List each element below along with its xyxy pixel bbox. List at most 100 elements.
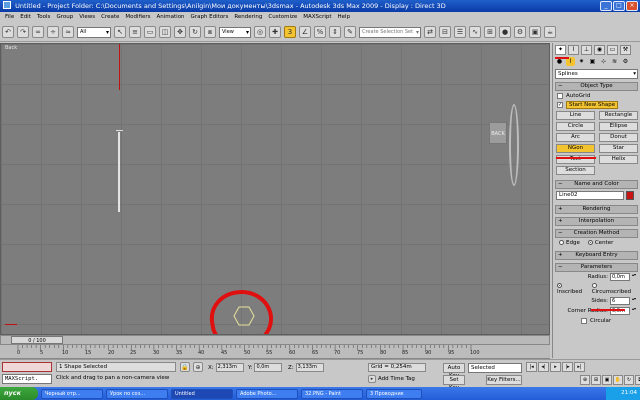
y-field[interactable]: 0,0m — [254, 363, 283, 372]
viewcube-compass[interactable] — [509, 104, 519, 186]
object-name-field[interactable]: Line02 — [556, 191, 624, 200]
snaps-toggle-icon[interactable]: 3 — [284, 26, 296, 38]
named-selection-set-dropdown[interactable]: Create Selection Set — [359, 26, 421, 38]
menu-file[interactable]: File — [2, 12, 17, 23]
curve-editor-icon[interactable]: ∿ — [469, 26, 481, 38]
next-frame-icon[interactable]: |▸ — [562, 362, 573, 372]
pan-icon[interactable]: ✋ — [613, 375, 623, 385]
mirror-icon[interactable]: ⇄ — [424, 26, 436, 38]
edit-named-selection-icon[interactable]: ✎ — [344, 26, 356, 38]
keyboard-entry-rollout[interactable]: Keyboard Entry — [555, 251, 638, 260]
menu-graph-editors[interactable]: Graph Editors — [188, 12, 232, 23]
transform-mode-icon[interactable]: ⊕ — [193, 362, 203, 372]
star-button[interactable]: Star — [599, 144, 638, 153]
select-by-name-icon[interactable]: ≡ — [129, 26, 141, 38]
ellipse-button[interactable]: Ellipse — [599, 122, 638, 131]
zoom-icon[interactable]: ⊕ — [580, 375, 590, 385]
link-icon[interactable]: ∞ — [32, 26, 44, 38]
line-button[interactable]: Line — [556, 111, 595, 120]
creation-method-rollout[interactable]: Creation Method — [555, 229, 638, 238]
orbit-icon[interactable]: ↻ — [624, 375, 634, 385]
go-to-end-icon[interactable]: ▸| — [574, 362, 585, 372]
line-object[interactable] — [118, 132, 120, 212]
reference-coordinate-dropdown[interactable]: View — [219, 26, 251, 38]
select-rotate-icon[interactable]: ↻ — [189, 26, 201, 38]
viewport-label[interactable]: Back — [5, 45, 17, 51]
rectangle-button[interactable]: Rectangle — [599, 111, 638, 120]
cameras-icon[interactable]: ▣ — [588, 57, 597, 66]
trackbar[interactable]: 0 5 10 15 20 25 30 35 40 45 50 55 60 65 … — [0, 345, 550, 359]
taskbar-item[interactable]: Untitled — [171, 388, 233, 399]
minimize-button[interactable]: _ — [600, 1, 612, 11]
angle-snap-icon[interactable]: ∠ — [299, 26, 311, 38]
object-color-swatch[interactable] — [626, 191, 634, 200]
previous-frame-icon[interactable]: ◂| — [538, 362, 549, 372]
circumscribed-radio[interactable]: Circumscribed — [591, 283, 636, 295]
radius-spinner[interactable]: ▴▾ — [632, 273, 636, 281]
radius-field[interactable]: 0,0m — [610, 273, 630, 281]
sides-spinner[interactable]: ▴▾ — [632, 297, 636, 305]
systems-icon[interactable]: ⚙ — [621, 57, 630, 66]
taskbar-item[interactable]: Урок по соз... — [106, 388, 168, 399]
maximize-button[interactable]: □ — [613, 1, 625, 11]
menu-maxscript[interactable]: MAXScript — [300, 12, 334, 23]
rendering-rollout[interactable]: Rendering — [555, 205, 638, 214]
menu-help[interactable]: Help — [335, 12, 354, 23]
align-icon[interactable]: ⊟ — [439, 26, 451, 38]
object-type-rollout[interactable]: Object Type — [555, 82, 638, 91]
tab-hierarchy[interactable]: ⊥ — [581, 45, 592, 55]
ngon-button[interactable]: NGon — [556, 144, 595, 153]
set-key-button[interactable]: Set Key — [443, 375, 465, 391]
play-icon[interactable]: ▸ — [550, 362, 561, 372]
menu-animation[interactable]: Animation — [154, 12, 188, 23]
menu-edit[interactable]: Edit — [17, 12, 34, 23]
time-slider[interactable]: 0 / 100 — [0, 335, 550, 345]
tab-modify[interactable]: ⌇ — [568, 45, 579, 55]
center-radio[interactable]: Center — [587, 240, 613, 246]
taskbar-item[interactable]: 3 Проводник — [366, 388, 422, 399]
taskbar-item[interactable]: 32.PNG - Paint — [301, 388, 363, 399]
go-to-start-icon[interactable]: |◂ — [526, 362, 537, 372]
tab-display[interactable]: ▭ — [607, 45, 618, 55]
layer-manager-icon[interactable]: ☰ — [454, 26, 466, 38]
key-filters-button[interactable]: Key Filters... — [486, 375, 522, 385]
render-setup-icon[interactable]: ⚙ — [514, 26, 526, 38]
object-category-dropdown[interactable]: Splines — [555, 69, 638, 79]
undo-icon[interactable]: ↶ — [2, 26, 14, 38]
tab-create[interactable]: ✦ — [555, 45, 566, 55]
menu-create[interactable]: Create — [98, 12, 122, 23]
maxscript-listener-output[interactable] — [2, 362, 52, 372]
menu-modifiers[interactable]: Modifiers — [122, 12, 153, 23]
spacewarps-icon[interactable]: ≋ — [610, 57, 619, 66]
zoom-extents-icon[interactable]: ▣ — [602, 375, 612, 385]
material-editor-icon[interactable]: ● — [499, 26, 511, 38]
select-move-icon[interactable]: ✥ — [174, 26, 186, 38]
taskbar-item[interactable]: Adobe Photo... — [236, 388, 298, 399]
x-field[interactable]: 2,313m — [215, 363, 244, 372]
lock-selection-icon[interactable]: 🔒 — [180, 362, 190, 372]
select-scale-icon[interactable]: ⧈ — [204, 26, 216, 38]
menu-views[interactable]: Views — [76, 12, 98, 23]
window-crossing-icon[interactable]: ◫ — [159, 26, 171, 38]
close-button[interactable]: × — [626, 1, 638, 11]
circle-button[interactable]: Circle — [556, 122, 595, 131]
add-time-tag[interactable]: ▸ Add Time Tag — [368, 375, 415, 383]
maximize-viewport-icon[interactable]: ⧉ — [635, 375, 640, 385]
tab-utilities[interactable]: ⚒ — [620, 45, 631, 55]
start-button[interactable]: пуск — [0, 387, 38, 400]
pivot-center-icon[interactable]: ◎ — [254, 26, 266, 38]
menu-customize[interactable]: Customize — [265, 12, 300, 23]
inscribed-radio[interactable]: Inscribed — [557, 283, 588, 295]
name-color-rollout[interactable]: Name and Color — [555, 180, 638, 189]
viewport-back[interactable]: Back BACK — [0, 43, 550, 335]
maxscript-mini-listener[interactable]: MAXScript. — [2, 374, 52, 384]
percent-snap-icon[interactable]: % — [314, 26, 326, 38]
interpolation-rollout[interactable]: Interpolation — [555, 217, 638, 226]
menu-rendering[interactable]: Rendering — [231, 12, 265, 23]
rendered-frame-icon[interactable]: ▣ — [529, 26, 541, 38]
arc-button[interactable]: Arc — [556, 133, 595, 142]
select-object-icon[interactable]: ↖ — [114, 26, 126, 38]
rectangular-selection-icon[interactable]: ▭ — [144, 26, 156, 38]
unlink-icon[interactable]: ÷ — [47, 26, 59, 38]
corner-radius-spinner[interactable]: ▴▾ — [632, 307, 636, 315]
